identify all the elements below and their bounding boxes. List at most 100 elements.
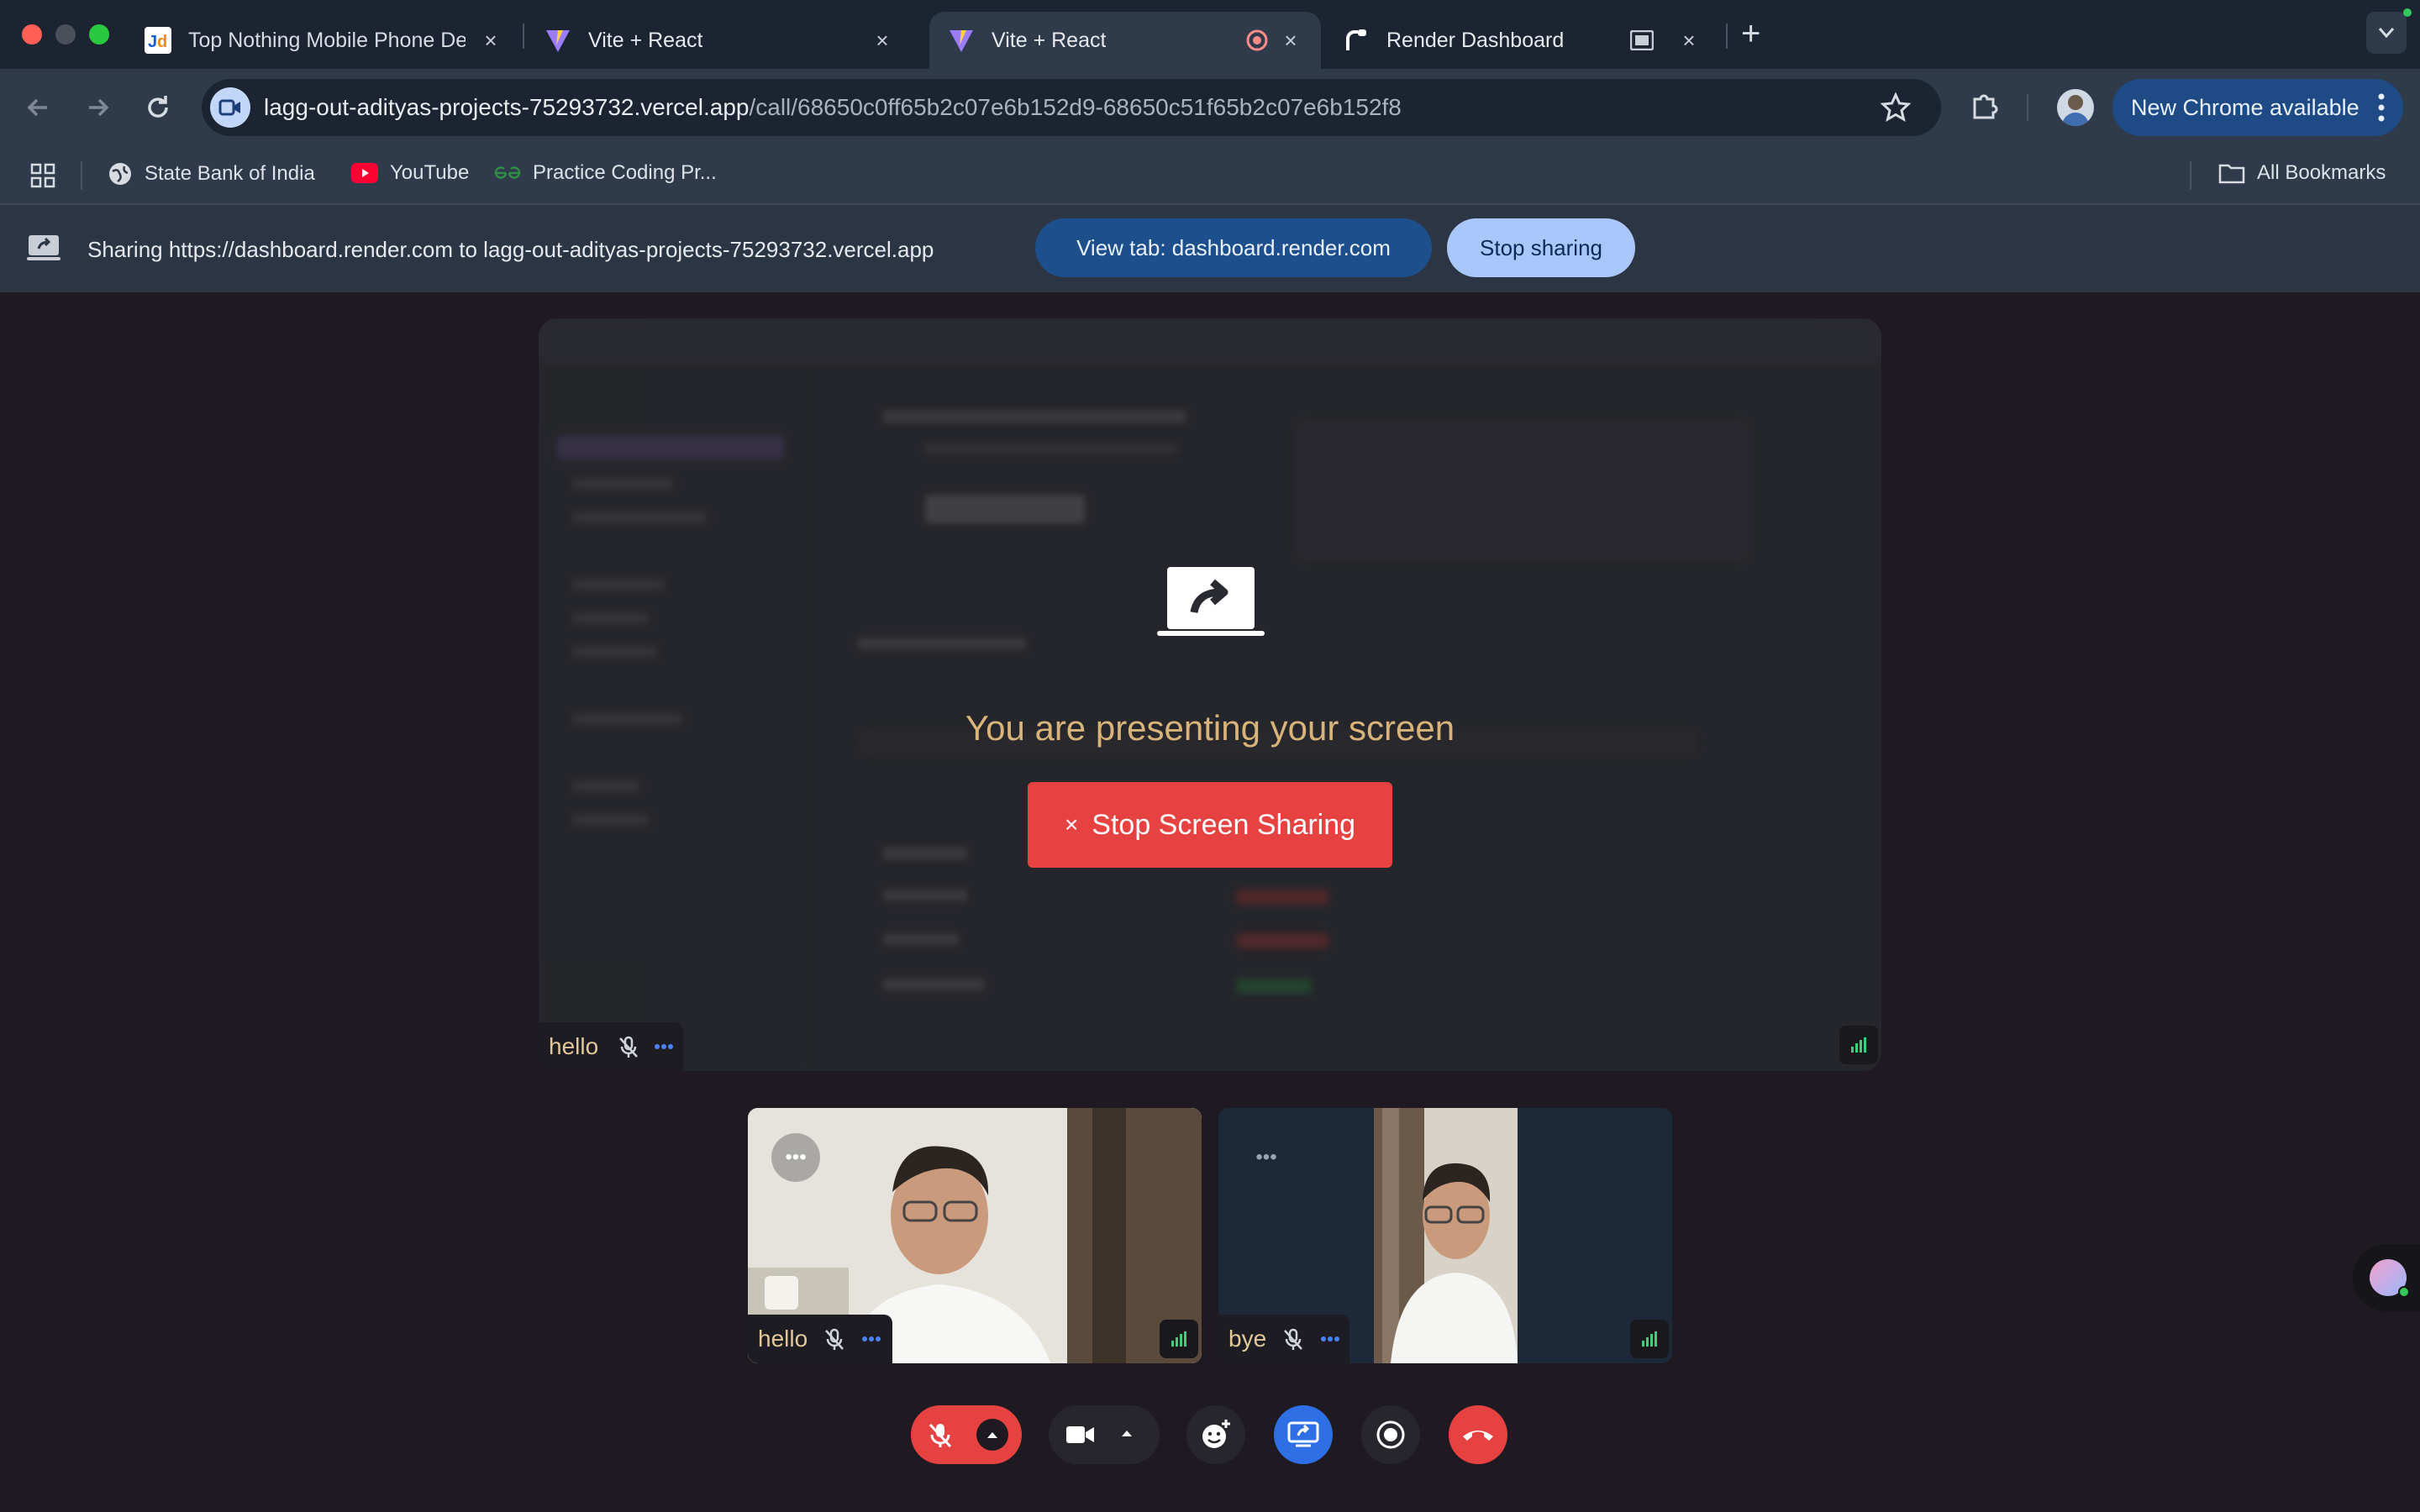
participant-options-icon[interactable] — [1321, 1336, 1339, 1341]
bookmark-youtube[interactable]: YouTube — [351, 161, 469, 185]
new-tab-button[interactable]: + — [1741, 15, 1760, 53]
tab-vite-active[interactable]: Vite + React × — [929, 12, 1321, 69]
stop-screen-sharing-label: Stop Screen Sharing — [1092, 808, 1356, 841]
screen-share-icon — [1157, 564, 1265, 639]
svg-text:J: J — [148, 33, 157, 51]
folder-icon — [2218, 162, 2245, 184]
bookmarks-divider — [2190, 161, 2191, 190]
emoji-add-icon — [1202, 1420, 1230, 1448]
mic-muted-icon[interactable] — [928, 1422, 953, 1449]
participant-tile-bye: ••• bye — [1218, 1108, 1672, 1363]
bookmark-star-icon[interactable] — [1881, 92, 1911, 123]
stop-sharing-button[interactable]: Stop sharing — [1447, 218, 1635, 277]
bookmarks-bar: State Bank of India YouTube Practice Cod… — [0, 146, 2420, 205]
reactions-button[interactable] — [1186, 1405, 1245, 1464]
video-options-button[interactable] — [1121, 1429, 1133, 1437]
youtube-icon — [351, 163, 378, 183]
screen-share-icon — [27, 234, 60, 262]
bookmark-sbi[interactable]: State Bank of India — [108, 161, 315, 186]
tab-search-button[interactable] — [2366, 12, 2407, 54]
bookmarks-divider — [81, 161, 82, 190]
browser-toolbar: lagg-out-adityas-projects-75293732.verce… — [0, 69, 2420, 146]
participant-name: bye — [1228, 1326, 1267, 1352]
vite-icon — [544, 27, 571, 54]
participant-video — [1374, 1108, 1518, 1363]
bookmark-practice-coding[interactable]: Practice Coding Pr... — [494, 161, 717, 185]
new-chrome-label: New Chrome available — [2131, 94, 2360, 120]
close-icon[interactable]: × — [479, 28, 502, 53]
tab-jd[interactable]: Jd Top Nothing Mobile Phone De × — [126, 12, 521, 69]
forward-button[interactable] — [81, 91, 114, 124]
profile-avatar[interactable] — [2057, 89, 2094, 126]
bookmark-label: Practice Coding Pr... — [533, 161, 717, 184]
participant-nametag: hello — [748, 1315, 892, 1363]
url-path: /call/68650c0ff65b2c07e6b152d9-68650c51f… — [749, 94, 1402, 120]
signal-strength-icon — [1630, 1320, 1669, 1358]
camera-icon[interactable] — [1065, 1424, 1096, 1446]
tab-title: Vite + React — [992, 28, 1107, 52]
all-bookmarks-button[interactable]: All Bookmarks — [2218, 161, 2386, 185]
tab-title: Vite + React — [588, 28, 703, 52]
close-window-button[interactable] — [22, 24, 42, 45]
screen-sharing-bar: Sharing https://dashboard.render.com to … — [0, 205, 2420, 292]
stop-screen-sharing-button[interactable]: × Stop Screen Sharing — [1028, 782, 1392, 868]
render-icon — [1343, 27, 1370, 54]
toolbar-divider — [2027, 94, 2028, 121]
record-button[interactable] — [1361, 1405, 1420, 1464]
tab-title: Top Nothing Mobile Phone De — [188, 28, 466, 52]
vite-icon — [948, 27, 975, 54]
participant-nametag: bye — [1218, 1315, 1349, 1363]
extensions-icon[interactable] — [1968, 89, 2002, 123]
minimize-window-button[interactable] — [55, 24, 76, 45]
screen-share-indicator-icon — [1630, 30, 1654, 50]
signal-strength-icon — [1839, 1026, 1878, 1064]
close-icon[interactable]: × — [871, 28, 894, 53]
participant-menu-button[interactable]: ••• — [771, 1133, 820, 1182]
maximize-window-button[interactable] — [89, 24, 109, 45]
signal-strength-icon — [1160, 1320, 1198, 1358]
tab-vite-1[interactable]: Vite + React × — [526, 12, 913, 69]
tab-strip: Jd Top Nothing Mobile Phone De × Vite + … — [0, 0, 2420, 69]
back-button[interactable] — [22, 91, 55, 124]
mic-muted-icon — [823, 1328, 845, 1352]
share-screen-button[interactable] — [1274, 1405, 1333, 1464]
all-bookmarks-label: All Bookmarks — [2257, 161, 2386, 184]
close-icon: × — [1064, 811, 1079, 837]
bookmark-label: YouTube — [390, 161, 470, 184]
hang-up-icon — [1463, 1431, 1493, 1441]
participant-options-icon[interactable] — [862, 1336, 881, 1341]
url-text: lagg-out-adityas-projects-75293732.verce… — [264, 94, 1402, 121]
camera-in-use-icon[interactable] — [210, 87, 250, 128]
assistant-widget[interactable] — [2353, 1244, 2420, 1311]
recording-icon — [1245, 29, 1269, 52]
camera-toggle-group — [1049, 1405, 1160, 1464]
apps-grid-icon[interactable] — [30, 163, 55, 188]
url-host: lagg-out-adityas-projects-75293732.verce… — [264, 94, 750, 120]
tab-divider — [523, 24, 524, 49]
leave-call-button[interactable] — [1449, 1405, 1507, 1464]
participant-options-icon[interactable] — [655, 1044, 673, 1049]
address-bar[interactable]: lagg-out-adityas-projects-75293732.verce… — [202, 79, 1941, 136]
globe-icon — [108, 161, 133, 186]
update-dot-icon — [2403, 8, 2412, 17]
audio-options-button[interactable] — [976, 1419, 1008, 1451]
presenting-overlay — [539, 318, 1881, 1071]
tab-title: Render Dashboard — [1386, 28, 1565, 52]
view-tab-button[interactable]: View tab: dashboard.render.com — [1035, 218, 1432, 277]
online-status-icon — [2398, 1286, 2410, 1298]
tab-render-dashboard[interactable]: Render Dashboard × — [1324, 12, 1719, 69]
participant-nametag: hello — [539, 1022, 683, 1071]
participant-menu-button[interactable]: ••• — [1242, 1133, 1291, 1182]
presenting-status-text: You are presenting your screen — [965, 708, 1455, 748]
tab-divider — [1726, 24, 1728, 49]
reload-button[interactable] — [141, 91, 175, 124]
svg-text:d: d — [157, 33, 167, 51]
mute-toggle-group — [911, 1405, 1022, 1464]
close-icon[interactable]: × — [1677, 28, 1701, 53]
record-icon — [1376, 1420, 1405, 1449]
close-icon[interactable]: × — [1279, 28, 1302, 53]
new-chrome-available-button[interactable]: New Chrome available — [2112, 79, 2403, 136]
participant-name: hello — [549, 1033, 599, 1059]
screen-share-icon — [1287, 1421, 1319, 1447]
more-menu-icon[interactable] — [2378, 92, 2385, 123]
